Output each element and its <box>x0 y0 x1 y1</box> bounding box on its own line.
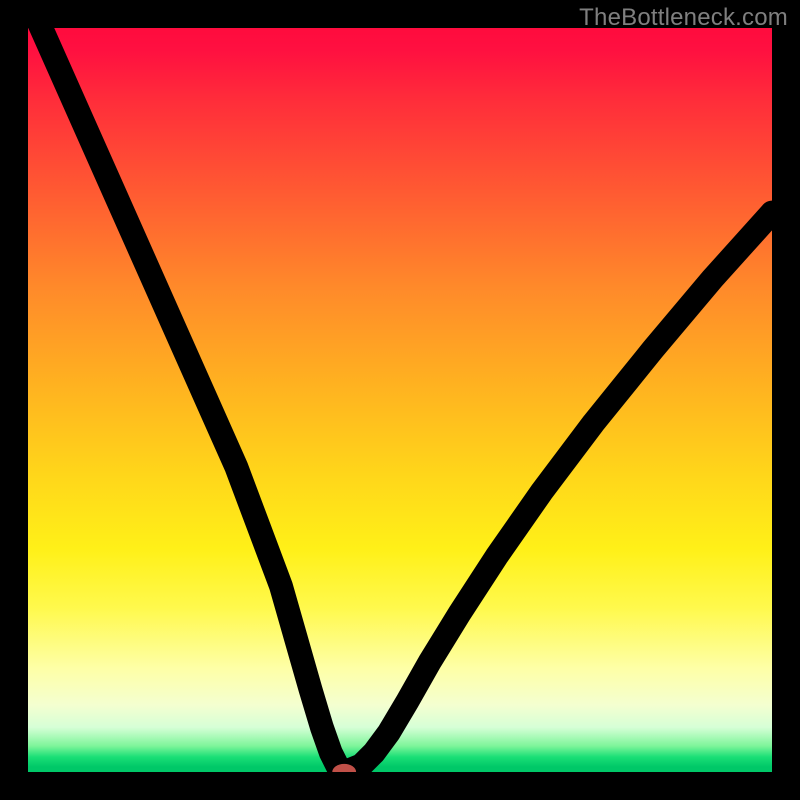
bottleneck-curve <box>28 28 772 771</box>
plot-area <box>28 28 772 772</box>
chart-svg <box>28 28 772 772</box>
chart-frame: TheBottleneck.com <box>0 0 800 800</box>
watermark-text: TheBottleneck.com <box>579 4 788 32</box>
